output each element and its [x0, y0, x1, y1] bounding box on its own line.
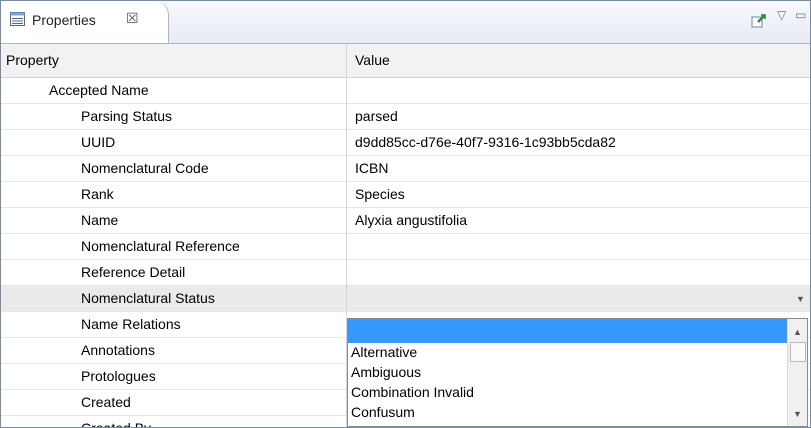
scrollbar-thumb[interactable] — [790, 342, 806, 362]
column-header-property[interactable]: Property — [6, 52, 59, 68]
property-value[interactable]: d9dd85cc-d76e-40f7-9316-1c93bb5cda82 — [355, 134, 616, 150]
property-value[interactable]: ICBN — [355, 160, 388, 176]
property-name: Nomenclatural Status — [81, 290, 215, 306]
table-row[interactable]: Name Alyxia angustifolia — [1, 208, 810, 234]
dropdown-selected-item[interactable] — [348, 319, 788, 343]
properties-table-icon — [10, 12, 25, 26]
property-name: Created — [81, 394, 131, 410]
table-row[interactable]: Nomenclatural Code ICBN — [1, 156, 810, 182]
property-name: Protologues — [81, 368, 156, 384]
table-row[interactable]: Accepted Name — [1, 78, 810, 104]
table-row[interactable]: Parsing Status parsed — [1, 104, 810, 130]
table-row[interactable]: UUID d9dd85cc-d76e-40f7-9316-1c93bb5cda82 — [1, 130, 810, 156]
property-value[interactable]: Alyxia angustifolia — [355, 212, 467, 228]
property-name: Accepted Name — [49, 82, 149, 98]
property-name: UUID — [81, 134, 116, 150]
close-icon[interactable]: ☒ — [126, 10, 139, 27]
property-value[interactable]: parsed — [355, 108, 398, 124]
property-name: Parsing Status — [81, 108, 173, 124]
scroll-down-icon[interactable]: ▼ — [793, 409, 802, 419]
table-row[interactable]: Nomenclatural Status ▼ — [1, 286, 810, 312]
property-name: Name Relations — [81, 316, 181, 332]
column-header-value[interactable]: Value — [355, 52, 390, 68]
property-name: Rank — [81, 186, 114, 202]
property-name: Annotations — [81, 342, 155, 358]
dropdown-scrollbar[interactable]: ▲ ▼ — [787, 319, 807, 426]
property-name: Nomenclatural Reference — [81, 238, 240, 254]
dropdown-option[interactable]: Combination Invalid — [351, 384, 474, 400]
table-row[interactable]: Nomenclatural Reference — [1, 234, 810, 260]
property-name: Created By — [81, 420, 152, 428]
property-value[interactable]: Species — [355, 186, 405, 202]
table-row[interactable]: Rank Species — [1, 182, 810, 208]
dropdown-option[interactable]: Alternative — [351, 344, 417, 360]
property-name: Name — [81, 212, 119, 228]
tab-properties[interactable]: Properties ☒ — [1, 1, 169, 43]
table-header: Property Value — [1, 44, 810, 78]
pin-icon[interactable] — [751, 13, 767, 29]
tab-title: Properties — [32, 12, 96, 28]
properties-view: Properties ☒ ▽ ▭ Property Value Accepted… — [0, 0, 811, 428]
dropdown-option[interactable]: Confusum — [351, 404, 415, 420]
view-tab-bar: Properties ☒ ▽ ▭ — [1, 1, 810, 44]
dropdown-arrow-icon[interactable]: ▼ — [796, 294, 805, 304]
dropdown-option[interactable]: Ambiguous — [351, 364, 421, 380]
table-row[interactable]: Reference Detail — [1, 260, 810, 286]
view-menu-icon[interactable]: ▽ — [777, 8, 786, 22]
nomenclatural-status-dropdown[interactable]: Alternative Ambiguous Combination Invali… — [347, 318, 808, 427]
property-name: Nomenclatural Code — [81, 160, 209, 176]
property-name: Reference Detail — [81, 264, 186, 280]
scroll-up-icon[interactable]: ▲ — [793, 327, 802, 337]
minimize-icon[interactable]: ▭ — [795, 8, 806, 22]
